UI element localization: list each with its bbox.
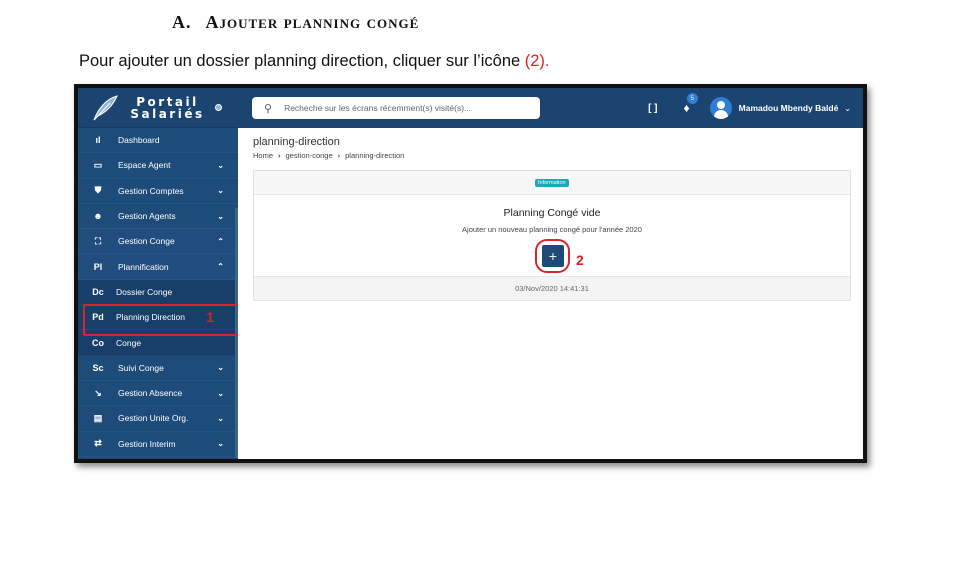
chevron-down-icon: ⌄ <box>217 186 224 196</box>
sidebar-item-label: Dashboard <box>118 135 160 146</box>
intro-text: Pour ajouter un dossier planning directi… <box>79 52 525 70</box>
abbr-icon: Pl <box>93 261 103 272</box>
information-badge: Information <box>535 179 569 187</box>
screenshot-frame: Portail Salariés ıl Dashboard ▭ Espace A… <box>74 84 867 463</box>
chevron-down-icon: ⌄ <box>217 363 224 373</box>
sidebar-item-label: Gestion Interim <box>118 438 176 449</box>
chevron-right-icon: › <box>337 151 341 160</box>
page-title: planning-direction <box>253 136 340 148</box>
sidebar-item-label: Gestion Conge <box>118 236 175 247</box>
expand-icon: ⛶ <box>94 235 102 246</box>
agents-icon: ☻ <box>93 211 103 222</box>
planning-card: Information Planning Congé vide Ajouter … <box>253 170 851 301</box>
top-bar: ⚲ Recheche sur les écrans récemment(s) v… <box>238 88 863 128</box>
store-icon: ▤ <box>93 412 103 423</box>
sidebar-item-label: Suivi Conge <box>118 362 164 373</box>
card-footer-date: 03/Nov/2020 14:41:31 <box>254 276 850 300</box>
notification-badge: 5 <box>686 93 698 104</box>
bar-chart-icon: ıl <box>95 135 101 146</box>
transfer-icon: ⇄ <box>94 438 102 449</box>
chevron-down-icon: ⌄ <box>217 413 224 423</box>
card-icon: ▭ <box>93 159 103 170</box>
callout-number-1: 1 <box>206 309 214 326</box>
brand: Portail Salariés <box>78 88 238 128</box>
intro-paragraph: Pour ajouter un dossier planning directi… <box>79 52 550 71</box>
chevron-up-icon: ⌃ <box>217 236 224 246</box>
sidebar-toggle-icon[interactable] <box>215 104 222 111</box>
sidebar-item-label: Espace Agent <box>118 160 171 171</box>
chevron-down-icon[interactable]: ⌄ <box>844 104 851 113</box>
shield-icon: ⛊ <box>94 185 102 196</box>
intro-reference: (2). <box>524 52 550 70</box>
chevron-up-icon: ⌃ <box>217 262 224 272</box>
brand-name: Portail Salariés <box>120 96 215 120</box>
brand-line-1: Portail <box>136 94 199 109</box>
sidebar-item-dashboard[interactable]: ıl Dashboard <box>78 128 238 154</box>
abbr-icon: Co <box>92 337 104 348</box>
sidebar-item-gestion-absence[interactable]: ↘ Gestion Absence ⌄ <box>78 381 238 407</box>
sidebar-item-gestion-unite-org[interactable]: ▤ Gestion Unite Org. ⌄ <box>78 406 238 432</box>
sidebar-item-suivi-conge[interactable]: Sc Suivi Conge ⌄ <box>78 356 238 381</box>
app-window: Portail Salariés ıl Dashboard ▭ Espace A… <box>78 88 863 459</box>
sidebar-item-espace-agent[interactable]: ▭ Espace Agent ⌄ <box>78 153 238 179</box>
user-name[interactable]: Mamadou Mbendy Baldé <box>739 103 839 113</box>
callout-number-2: 2 <box>576 252 584 268</box>
card-header: Information <box>254 171 850 195</box>
main-content: planning-direction Home › gestion-conge › pl… <box>238 128 863 459</box>
chevron-down-icon: ⌄ <box>217 211 224 221</box>
heading-text: Ajouter planning congé <box>205 12 420 32</box>
avatar[interactable] <box>709 97 732 119</box>
search-bar[interactable]: ⚲ Recheche sur les écrans récemment(s) v… <box>252 97 540 119</box>
sidebar-item-label: Gestion Agents <box>118 211 176 222</box>
notification-bell-icon[interactable]: ♦ 5 <box>684 93 698 115</box>
sidebar-item-plannification[interactable]: Pl Plannification ⌃ <box>78 254 238 280</box>
top-right-controls: [ ] ♦ 5 Mamadou Mbendy Baldé ⌄ <box>648 93 863 119</box>
sidebar: Portail Salariés ıl Dashboard ▭ Espace A… <box>78 88 238 459</box>
breadcrumb-current: planning-direction <box>345 151 405 160</box>
add-planning-button[interactable]: + <box>542 245 564 267</box>
abbr-icon: Sc <box>92 362 104 373</box>
sidebar-item-gestion-agents[interactable]: ☻ Gestion Agents ⌄ <box>78 204 238 230</box>
sidebar-item-conge[interactable]: Co Conge <box>78 330 238 356</box>
chevron-down-icon: ⌄ <box>217 160 224 170</box>
sidebar-item-label: Conge <box>116 337 142 348</box>
abbr-icon: Pd <box>92 312 104 323</box>
sidebar-item-dossier-conge[interactable]: Dc Dossier Conge <box>78 279 238 306</box>
sidebar-item-label: Planning Direction <box>116 312 185 323</box>
chevron-right-icon: › <box>278 151 281 160</box>
search-placeholder: Recheche sur les écrans récemment(s) vis… <box>284 103 472 113</box>
sidebar-nav: ıl Dashboard ▭ Espace Agent ⌄ ⛊ Gestion … <box>78 128 238 457</box>
sidebar-item-label: Gestion Unite Org. <box>118 413 189 424</box>
search-icon: ⚲ <box>264 102 273 115</box>
breadcrumb-home[interactable]: Home <box>253 151 273 160</box>
sidebar-item-label: Plannification <box>118 261 169 272</box>
sidebar-item-planning-direction[interactable]: Pd Planning Direction 1 <box>78 305 238 331</box>
abbr-icon: Dc <box>92 286 104 297</box>
section-heading: A. Ajouter planning congé <box>172 12 419 33</box>
breadcrumb-gestion-conge[interactable]: gestion-conge <box>286 151 333 160</box>
breadcrumb: Home › gestion-conge › planning-direction <box>253 151 404 160</box>
heading-number: A. <box>172 12 192 32</box>
empty-state-title: Planning Congé vide <box>503 207 601 219</box>
sidebar-item-gestion-comptes[interactable]: ⛊ Gestion Comptes ⌄ <box>78 179 238 204</box>
empty-state-subtitle: Ajouter un nouveau planning congé pour l… <box>462 225 642 234</box>
sidebar-item-label: Dossier Conge <box>116 286 173 297</box>
sidebar-item-label: Gestion Absence <box>118 388 183 399</box>
brand-line-2: Salariés <box>130 106 205 121</box>
chevron-down-icon: ⌄ <box>217 439 224 449</box>
sidebar-item-gestion-conge[interactable]: ⛶ Gestion Conge ⌃ <box>78 229 238 255</box>
sidebar-item-gestion-interim[interactable]: ⇄ Gestion Interim ⌄ <box>78 432 238 457</box>
trend-icon: ↘ <box>94 387 102 398</box>
fullscreen-icon[interactable]: [ ] <box>648 103 657 114</box>
chevron-down-icon: ⌄ <box>217 388 224 398</box>
quill-logo-icon <box>93 94 118 120</box>
sidebar-item-label: Gestion Comptes <box>118 185 184 196</box>
